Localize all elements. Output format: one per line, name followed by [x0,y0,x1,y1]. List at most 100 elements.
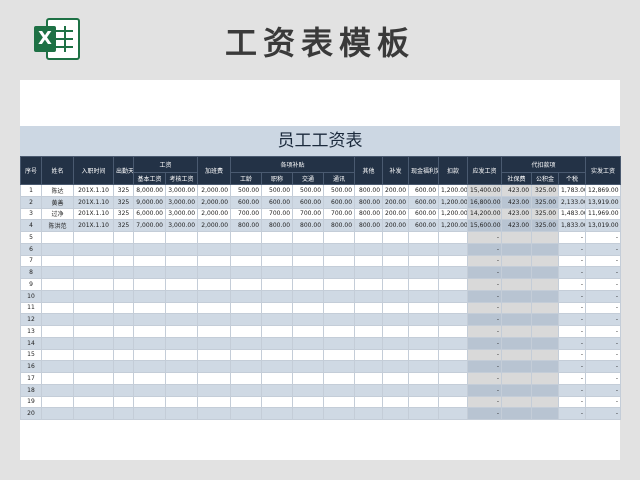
cell-tit[interactable] [261,372,294,385]
cell-net[interactable]: 13,919.00 [585,195,622,209]
cell-soc[interactable]: 423.00 [501,207,533,221]
cell-ded[interactable] [438,336,469,350]
cell-assess[interactable] [164,348,199,362]
cell-days[interactable] [113,360,134,373]
cell-date[interactable] [73,301,114,315]
cell-oth[interactable] [354,242,384,256]
cell-days[interactable] [113,313,134,326]
cell-sup[interactable] [382,372,410,385]
cell-base[interactable] [133,301,166,315]
cell-tax[interactable]: - [558,407,587,420]
cell-oth[interactable] [354,231,384,244]
cell-tra[interactable] [292,395,325,409]
cell-base[interactable] [133,407,166,420]
cell-ded[interactable] [438,301,469,315]
cell-sen[interactable] [230,360,263,373]
cell-com[interactable] [323,383,356,397]
cell-date[interactable] [73,231,114,244]
cell-name[interactable]: 陈达 [41,184,74,197]
cell-pay[interactable]: - [467,360,503,373]
cell-cash[interactable] [408,407,440,420]
cell-ot[interactable] [197,254,232,268]
cell-soc[interactable] [501,313,533,326]
cell-ded[interactable]: 1,200.00 [438,195,469,209]
cell-date[interactable] [73,372,114,385]
cell-seq[interactable]: 11 [20,301,42,315]
cell-sup[interactable] [382,231,410,244]
cell-sup[interactable] [382,407,410,420]
cell-base[interactable] [133,348,166,362]
cell-seq[interactable]: 20 [20,407,42,420]
cell-soc[interactable] [501,231,533,244]
cell-date[interactable] [73,348,114,362]
cell-tra[interactable] [292,360,325,373]
cell-tit[interactable] [261,383,294,397]
cell-assess[interactable] [164,301,199,315]
cell-ot[interactable]: 2,000.00 [197,195,232,209]
cell-name[interactable] [41,325,74,338]
cell-soc[interactable]: 423.00 [501,184,533,197]
cell-name[interactable]: 过净 [41,207,74,221]
cell-fund[interactable]: 325.00 [531,219,560,232]
cell-tit[interactable] [261,301,294,315]
cell-net[interactable]: - [585,348,622,362]
cell-base[interactable] [133,278,166,291]
cell-cash[interactable] [408,231,440,244]
cell-oth[interactable] [354,372,384,385]
cell-tax[interactable]: - [558,254,587,268]
cell-name[interactable] [41,231,74,244]
cell-net[interactable]: - [585,336,622,350]
cell-sen[interactable] [230,313,263,326]
cell-sen[interactable] [230,348,263,362]
cell-tra[interactable]: 700.00 [292,207,325,221]
cell-sen[interactable]: 600.00 [230,195,263,209]
cell-ded[interactable] [438,231,469,244]
cell-date[interactable] [73,313,114,326]
cell-pay[interactable]: - [467,266,503,279]
cell-sup[interactable] [382,254,410,268]
cell-net[interactable]: - [585,242,622,256]
cell-base[interactable]: 7,000.00 [133,219,166,232]
cell-name[interactable] [41,242,74,256]
cell-fund[interactable] [531,289,560,303]
cell-tra[interactable] [292,348,325,362]
cell-cash[interactable] [408,325,440,338]
cell-pay[interactable]: - [467,242,503,256]
cell-pay[interactable]: 15,400.00 [467,184,503,197]
table-row[interactable]: 12- - - [20,313,622,326]
cell-seq[interactable]: 7 [20,254,42,268]
cell-date[interactable] [73,407,114,420]
cell-net[interactable]: - [585,383,622,397]
cell-sup[interactable] [382,336,410,350]
cell-soc[interactable] [501,360,533,373]
cell-soc[interactable]: 423.00 [501,219,533,232]
cell-com[interactable] [323,242,356,256]
cell-cash[interactable]: 600.00 [408,207,440,221]
cell-tra[interactable] [292,301,325,315]
cell-net[interactable]: 12,869.00 [585,184,622,197]
cell-base[interactable] [133,383,166,397]
cell-tit[interactable]: 800.00 [261,219,294,232]
cell-tit[interactable] [261,313,294,326]
cell-base[interactable] [133,336,166,350]
cell-seq[interactable]: 10 [20,289,42,303]
cell-seq[interactable]: 14 [20,336,42,350]
cell-seq[interactable]: 3 [20,207,42,221]
cell-ot[interactable] [197,231,232,244]
cell-date[interactable] [73,325,114,338]
cell-assess[interactable] [164,395,199,409]
cell-tra[interactable] [292,407,325,420]
cell-tax[interactable]: 2,133.00 [558,195,587,209]
cell-com[interactable] [323,289,356,303]
cell-oth[interactable] [354,278,384,291]
cell-sup[interactable]: 200.00 [382,184,410,197]
cell-com[interactable]: 800.00 [323,219,356,232]
cell-tra[interactable] [292,266,325,279]
cell-ot[interactable] [197,325,232,338]
table-row[interactable]: 8--- [20,266,622,279]
cell-tax[interactable]: - [558,289,587,303]
cell-seq[interactable]: 4 [20,219,42,232]
cell-cash[interactable] [408,360,440,373]
cell-sen[interactable] [230,231,263,244]
cell-net[interactable]: - [585,301,622,315]
